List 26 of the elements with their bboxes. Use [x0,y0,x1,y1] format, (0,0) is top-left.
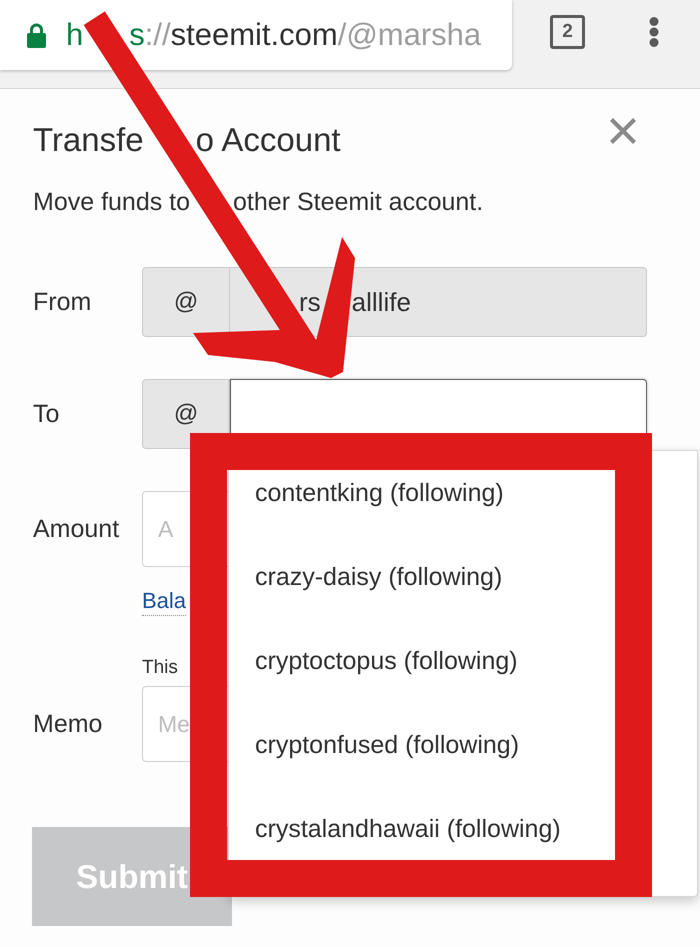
account-input-field[interactable] [230,379,647,433]
dialog-title: Transfe [33,120,144,160]
at-prefix: @ [142,267,230,337]
suggestion-item[interactable]: cryptoctopus (following) [229,644,518,678]
address-bar[interactable]: h s://steemit.com/@marsha [0,0,512,70]
suggestion-item[interactable]: crazy-daisy (following) [229,560,502,594]
field-label: From [33,287,92,317]
at-prefix: @ [142,379,230,449]
suggestion-item[interactable]: crystalandhawaii (following) [229,812,561,846]
balance-link[interactable]: Bala [142,587,186,616]
field-label: To [33,399,60,429]
dialog-title: o Account [196,120,341,160]
close-button[interactable] [610,118,636,144]
dialog-description: Move funds to [33,187,190,217]
suggestion-item[interactable]: cryptonfused (following) [229,728,520,762]
lock-icon[interactable] [27,22,46,48]
url-text: s://steemit.com/@marsha [129,16,482,54]
tab-switcher-button[interactable]: 2 [550,15,585,49]
url-text: h [66,16,84,54]
more-menu-icon[interactable] [649,17,659,47]
field-label: Memo [33,709,102,739]
field-label: Amount [33,514,120,544]
close-icon [610,118,636,144]
dialog-description: other Steemit account. [233,187,484,217]
memo-hint-text: This [142,658,178,678]
suggestion-item[interactable]: contentking (following) [229,476,504,510]
